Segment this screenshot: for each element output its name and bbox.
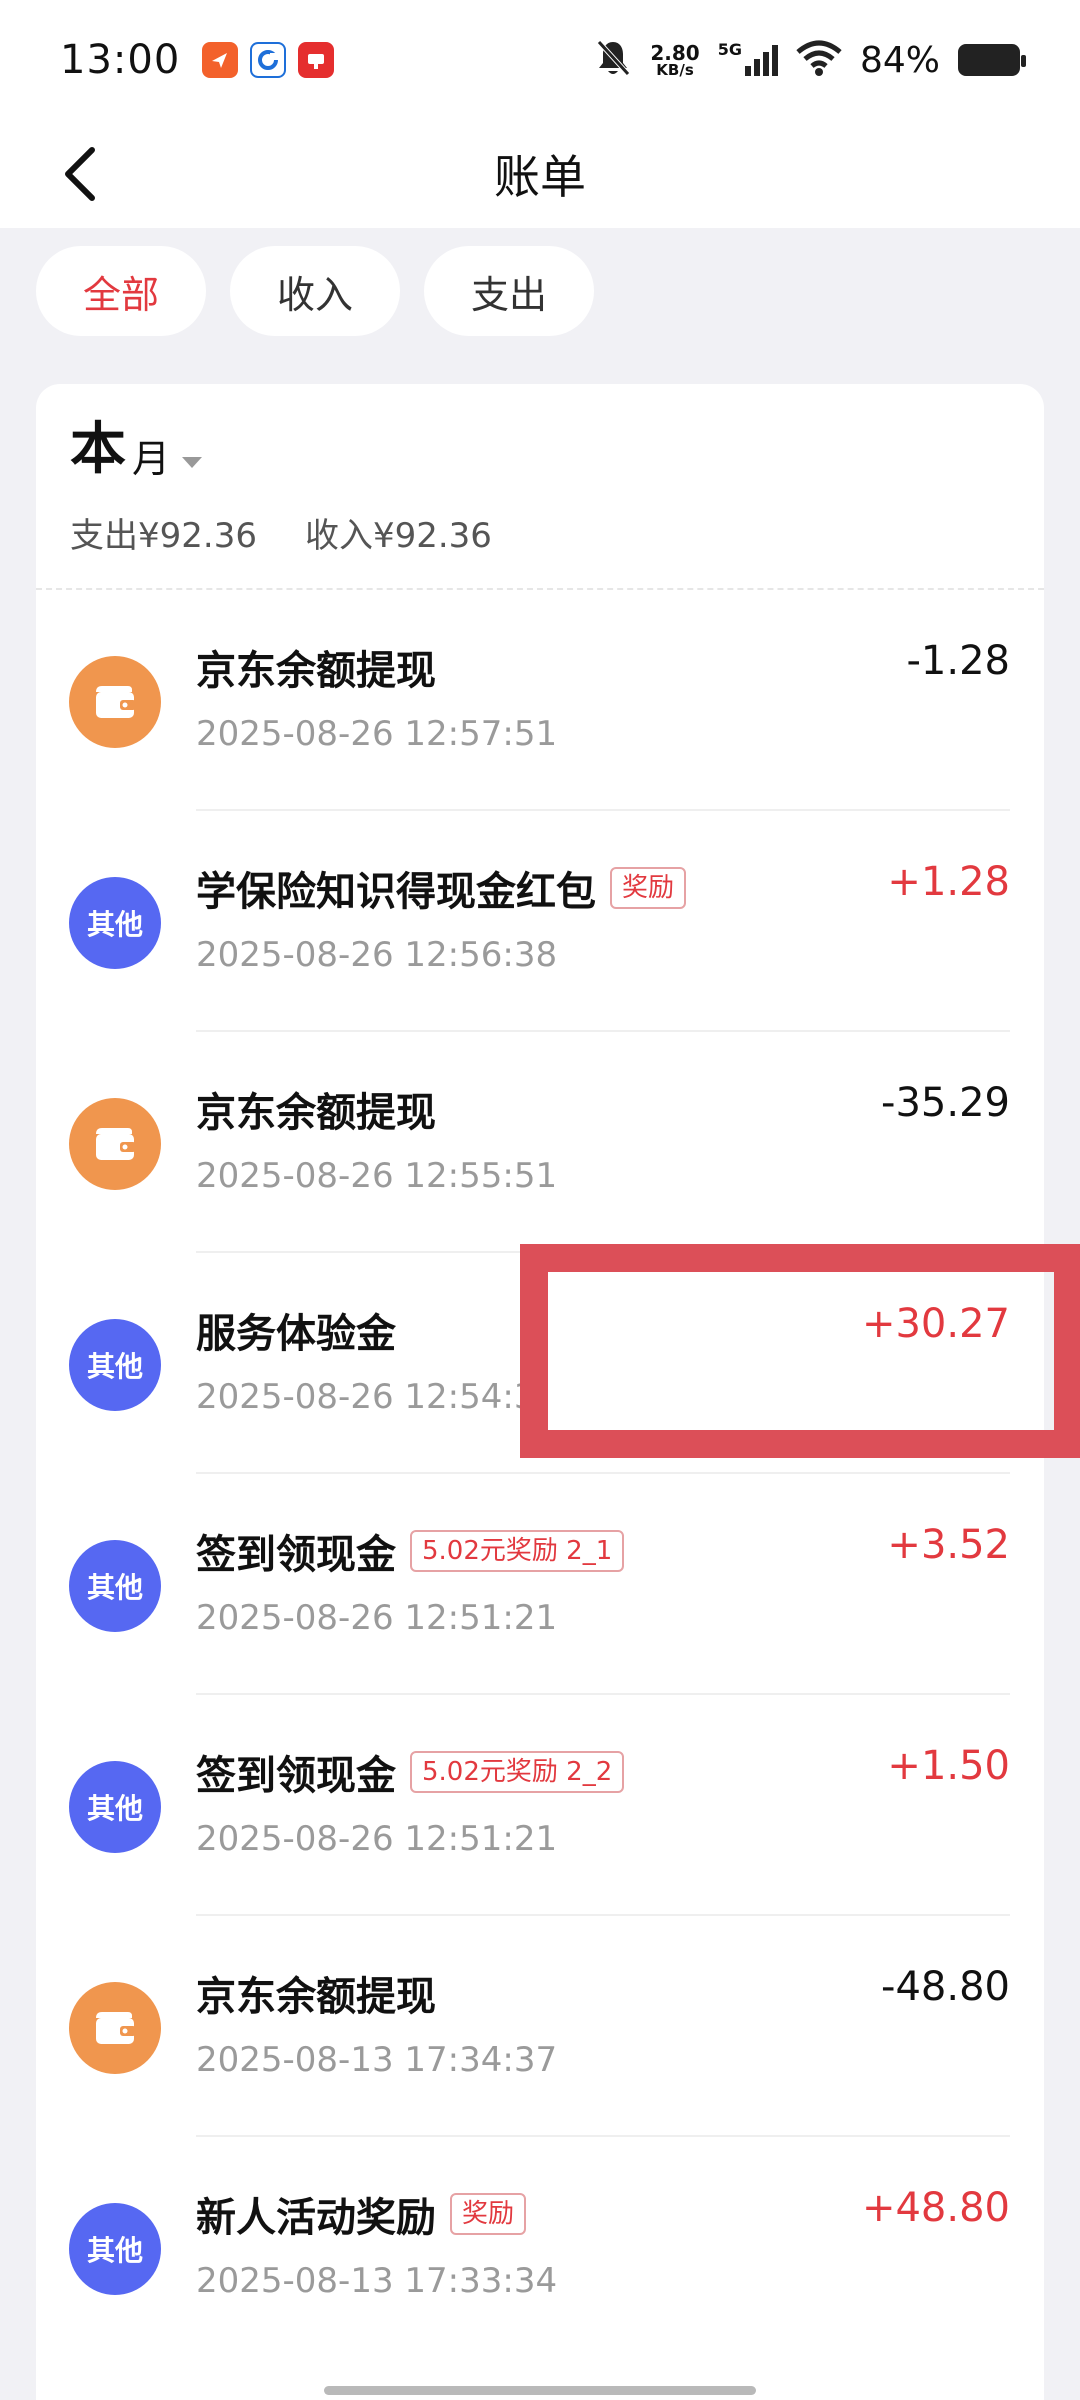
- other-category-icon: 其他: [69, 1319, 161, 1411]
- month-selector[interactable]: 本 月: [70, 422, 1010, 478]
- highlight-box: [520, 1244, 1080, 1458]
- reward-tag: 5.02元奖励 2_2: [410, 1751, 625, 1793]
- transaction-body: 签到领现金 5.02元奖励 2_1 2025-08-26 12:51:21: [196, 1522, 625, 1638]
- transaction-row[interactable]: 其他 学保险知识得现金红包 奖励 2025-08-26 12:56:38 +1.28: [36, 811, 1044, 1032]
- transaction-title: 京东余额提现: [196, 648, 436, 694]
- transaction-title-row: 新人活动奖励 奖励: [196, 2185, 557, 2243]
- transaction-title-row: 签到领现金 5.02元奖励 2_2: [196, 1743, 625, 1801]
- app-badge-red-icon: [298, 42, 335, 78]
- status-bar: 13:00 2.80 KB/s 5G 84%: [0, 0, 1080, 120]
- transaction-title-row: 京东余额提现: [196, 1080, 557, 1138]
- status-time: 13:00: [60, 37, 181, 83]
- transaction-time: 2025-08-26 12:57:51: [196, 714, 558, 754]
- expense-total: 支出¥92.36: [70, 516, 257, 556]
- transaction-body: 服务体验金 2025-08-26 12:54:3: [196, 1301, 535, 1417]
- battery-icon: [958, 44, 1026, 76]
- home-indicator[interactable]: [324, 2386, 756, 2395]
- transaction-amount: -1.28: [906, 638, 1011, 684]
- other-category-icon: 其他: [69, 877, 161, 969]
- transaction-row[interactable]: 京东余额提现 2025-08-26 12:57:51 -1.28: [36, 590, 1044, 811]
- transaction-title-row: 服务体验金: [196, 1301, 535, 1359]
- transaction-amount: -48.80: [881, 1964, 1010, 2010]
- transaction-time: 2025-08-26 12:55:51: [196, 1156, 558, 1196]
- tab-all[interactable]: 全部: [36, 246, 206, 336]
- back-button[interactable]: [44, 138, 116, 210]
- other-category-icon: 其他: [69, 2203, 161, 2295]
- transaction-title: 学保险知识得现金红包: [196, 869, 596, 915]
- transaction-title-row: 签到领现金 5.02元奖励 2_1: [196, 1522, 625, 1580]
- transaction-row[interactable]: 京东余额提现 2025-08-13 17:34:37 -48.80: [36, 1916, 1044, 2137]
- wifi-icon: [796, 40, 842, 80]
- transaction-time: 2025-08-26 12:51:21: [196, 1598, 558, 1638]
- caret-down-icon: [182, 457, 203, 468]
- transaction-body: 签到领现金 5.02元奖励 2_2 2025-08-26 12:51:21: [196, 1743, 625, 1859]
- transaction-row[interactable]: 其他 签到领现金 5.02元奖励 2_2 2025-08-26 12:51:21 +1.…: [36, 1695, 1044, 1916]
- transaction-list: 京东余额提现 2025-08-26 12:57:51 -1.28 其他 学保险知识得现金…: [36, 590, 1044, 2358]
- transaction-title-row: 京东余额提现: [196, 638, 557, 696]
- battery-percent: 84%: [859, 39, 940, 81]
- transaction-title: 签到领现金: [196, 1753, 396, 1799]
- month-totals: 支出¥92.36 收入¥92.36: [70, 508, 1010, 557]
- transaction-title-row: 京东余额提现: [196, 1964, 557, 2022]
- month-summary: 本 月 支出¥92.36 收入¥92.36: [36, 384, 1044, 590]
- reward-tag: 奖励: [610, 867, 687, 909]
- reward-tag: 5.02元奖励 2_1: [410, 1530, 625, 1572]
- other-category-icon: 其他: [69, 1540, 161, 1632]
- net-speed: 2.80 KB/s: [650, 40, 700, 79]
- transaction-row[interactable]: 京东余额提现 2025-08-26 12:55:51 -35.29: [36, 1032, 1044, 1253]
- transaction-body: 学保险知识得现金红包 奖励 2025-08-26 12:56:38: [196, 859, 687, 975]
- wallet-icon: [69, 656, 161, 748]
- bell-muted-icon: [594, 38, 632, 82]
- transaction-time: 2025-08-26 12:51:21: [196, 1819, 558, 1859]
- transaction-time: 2025-08-13 17:33:34: [196, 2261, 558, 2301]
- transaction-title-row: 学保险知识得现金红包 奖励: [196, 859, 687, 917]
- transaction-amount: +1.50: [887, 1743, 1010, 1789]
- transaction-row[interactable]: 其他 签到领现金 5.02元奖励 2_1 2025-08-26 12:51:21 +3.…: [36, 1474, 1044, 1695]
- tab-expense[interactable]: 支出: [424, 246, 594, 336]
- transaction-title: 京东余额提现: [196, 1974, 436, 2020]
- transaction-title: 签到领现金: [196, 1532, 396, 1578]
- transaction-row[interactable]: 其他 新人活动奖励 奖励 2025-08-13 17:33:34 +48.80: [36, 2137, 1044, 2358]
- top-bar: 账单: [0, 120, 1080, 228]
- other-category-icon: 其他: [69, 1761, 161, 1853]
- transaction-title: 服务体验金: [196, 1311, 396, 1357]
- transaction-time: 2025-08-13 17:34:37: [196, 2040, 558, 2080]
- app-badge-orange-icon: [202, 42, 239, 78]
- transaction-title: 京东余额提现: [196, 1090, 436, 1136]
- transaction-amount: +3.52: [887, 1522, 1010, 1568]
- page-title: 账单: [494, 150, 586, 204]
- transaction-amount: -35.29: [881, 1080, 1010, 1126]
- income-total: 收入¥92.36: [304, 516, 492, 556]
- tab-income[interactable]: 收入: [230, 246, 400, 336]
- notification-icons: [202, 42, 335, 78]
- signal-icon: 5G: [718, 40, 778, 76]
- transaction-body: 新人活动奖励 奖励 2025-08-13 17:33:34: [196, 2185, 557, 2301]
- transaction-title: 新人活动奖励: [196, 2195, 436, 2241]
- wallet-icon: [69, 1982, 161, 2074]
- chevron-left-icon: [65, 147, 95, 201]
- transaction-amount: +1.28: [887, 859, 1010, 905]
- transaction-body: 京东余额提现 2025-08-26 12:57:51: [196, 638, 557, 754]
- transaction-time: 2025-08-26 12:56:38: [196, 935, 558, 975]
- filter-tabs: 全部 收入 支出: [36, 246, 594, 336]
- month-label-small: 月: [132, 437, 171, 481]
- transaction-body: 京东余额提现 2025-08-26 12:55:51: [196, 1080, 557, 1196]
- transaction-amount: +48.80: [861, 2185, 1010, 2231]
- transaction-time: 2025-08-26 12:54:3: [196, 1377, 536, 1417]
- month-label-big: 本: [70, 417, 126, 482]
- transaction-body: 京东余额提现 2025-08-13 17:34:37: [196, 1964, 557, 2080]
- status-right: 2.80 KB/s 5G 84%: [594, 38, 1026, 82]
- app-badge-blue-icon: [250, 42, 287, 78]
- wallet-icon: [69, 1098, 161, 1190]
- reward-tag: 奖励: [450, 2193, 527, 2235]
